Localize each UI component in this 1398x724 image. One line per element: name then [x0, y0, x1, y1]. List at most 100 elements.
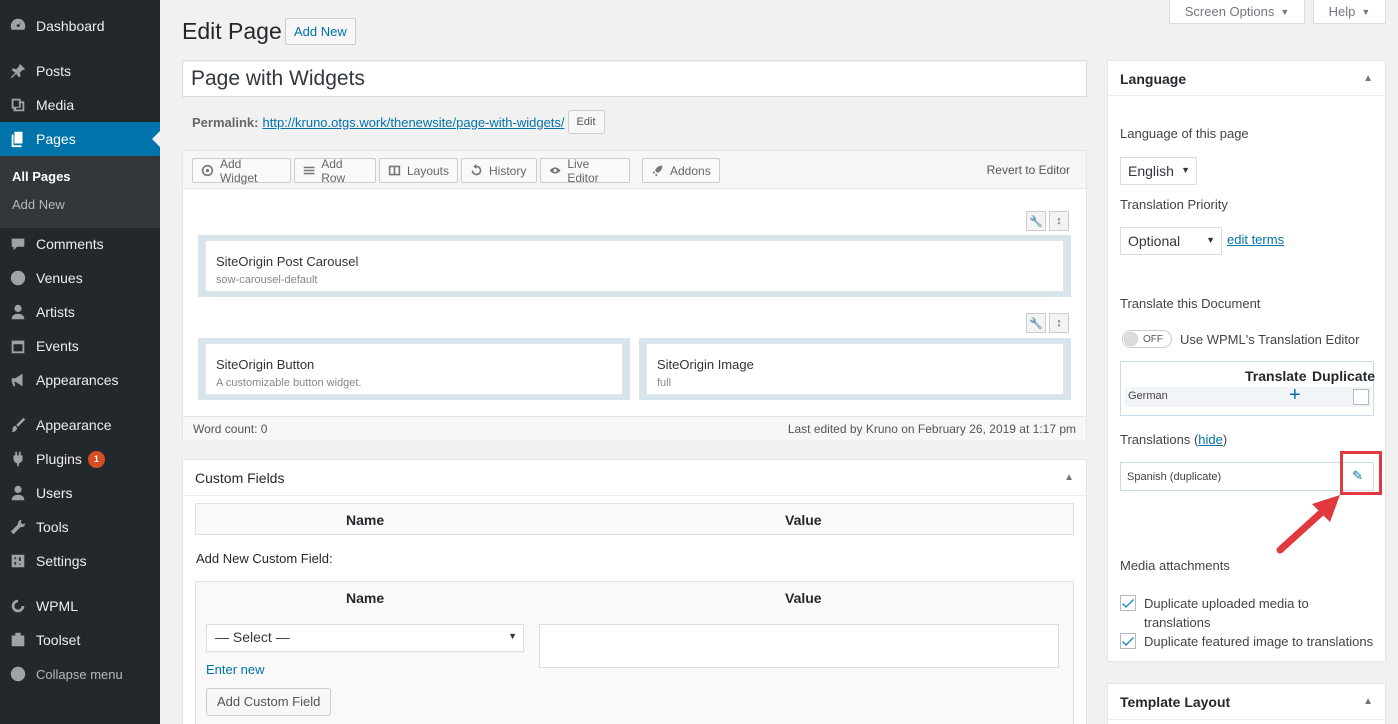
menu-appearances[interactable]: Appearances	[0, 363, 160, 397]
permalink-link[interactable]: http://kruno.otgs.work/thenewsite/page-w…	[262, 115, 564, 130]
widget-desc: full	[657, 377, 672, 389]
widget-post-carousel[interactable]: SiteOrigin Post Carousel sow-carousel-de…	[205, 240, 1064, 292]
post-title-input[interactable]: Page with Widgets	[182, 60, 1087, 97]
eye-icon	[549, 167, 561, 174]
template-layout-box: Template Layout ▲	[1107, 683, 1386, 724]
widget-desc: A customizable button widget.	[216, 377, 362, 389]
widget-desc: sow-carousel-default	[216, 274, 318, 286]
menu-artists[interactable]: Artists	[0, 295, 160, 329]
caret-down-icon: ▼	[1361, 6, 1371, 17]
col-duplicate: Duplicate	[1312, 368, 1376, 384]
translations-label: Translations (hide)	[1120, 432, 1227, 447]
revert-to-editor-link[interactable]: Revert to Editor	[987, 163, 1070, 177]
add-new-button[interactable]: Add New	[285, 18, 356, 45]
submenu-add-new[interactable]: Add New	[12, 197, 65, 212]
last-edited: Last edited by Kruno on February 26, 201…	[787, 422, 1076, 436]
language-value: English	[1128, 163, 1174, 179]
menu-events[interactable]: Events	[0, 329, 160, 363]
col-translate: Translate	[1245, 368, 1307, 384]
layout-icon	[388, 165, 401, 176]
row-move-handle-icon[interactable]: ↕	[1049, 211, 1069, 231]
menu-label: WPML	[36, 598, 78, 614]
menu-appearance[interactable]: Appearance	[0, 408, 160, 442]
menu-comments[interactable]: Comments	[0, 227, 160, 261]
builder-toolbar: Add Widget Add Row Layouts History Live …	[183, 151, 1086, 189]
translation-editor-label: Use WPML's Translation Editor	[1180, 332, 1360, 347]
collapse-arrow-icon[interactable]: ▲	[1363, 696, 1373, 707]
edit-terms-link[interactable]: edit terms	[1227, 232, 1284, 247]
permalink-row: Permalink: http://kruno.otgs.work/thenew…	[192, 110, 605, 134]
add-new-field-label: Add New Custom Field:	[196, 551, 333, 566]
pages-icon	[8, 129, 28, 149]
widget-title: SiteOrigin Image	[657, 357, 754, 372]
screen-options-button[interactable]: Screen Options ▼	[1169, 0, 1305, 24]
language-box: Language ▲ Language of this page English…	[1107, 60, 1386, 662]
col-name: Name	[346, 590, 385, 606]
toggle-state: OFF	[1143, 333, 1163, 345]
translation-priority-label: Translation Priority	[1120, 197, 1228, 212]
menu-label: Tools	[36, 519, 69, 535]
menu-users[interactable]: Users	[0, 476, 160, 510]
layouts-button[interactable]: Layouts	[379, 158, 458, 183]
add-widget-button[interactable]: Add Widget	[192, 157, 291, 185]
widget-image[interactable]: SiteOrigin Image full	[646, 343, 1064, 395]
language-box-title: Language	[1120, 71, 1187, 87]
menu-dashboard[interactable]: Dashboard	[0, 9, 160, 43]
history-button[interactable]: History	[461, 158, 537, 183]
add-row-button[interactable]: Add Row	[294, 157, 376, 185]
row-cell: SiteOrigin Image full	[639, 338, 1071, 400]
custom-fields-title: Custom Fields	[195, 470, 285, 486]
add-custom-field-button[interactable]: Add Custom Field	[206, 688, 332, 716]
toolbar-label: Addons	[670, 163, 711, 178]
page-builder: Add Widget Add Row Layouts History Live …	[182, 150, 1087, 440]
template-layout-header[interactable]: Template Layout ▲	[1108, 684, 1385, 720]
rows-icon	[303, 166, 315, 175]
live-editor-button[interactable]: Live Editor	[540, 156, 630, 185]
permalink-prefix: http://kruno.otgs.work/thenewsite/	[262, 114, 457, 130]
widget-title: SiteOrigin Button	[216, 357, 315, 372]
translation-editor-toggle[interactable]: OFF	[1122, 330, 1172, 348]
collapse-arrow-icon[interactable]: ▲	[1363, 73, 1373, 84]
row-edit-wrench-icon[interactable]: 🔧	[1026, 313, 1046, 333]
collapse-menu-button[interactable]: Collapse menu	[0, 657, 160, 691]
submenu-all-pages[interactable]: All Pages	[12, 169, 71, 184]
collapse-arrow-icon[interactable]: ▲	[1064, 472, 1074, 483]
translation-priority-select[interactable]: Optional ▼	[1120, 227, 1222, 255]
row-move-handle-icon[interactable]: ↕	[1049, 313, 1069, 333]
menu-plugins[interactable]: Plugins 1	[0, 442, 160, 476]
custom-fields-header[interactable]: Custom Fields ▲	[183, 460, 1086, 496]
menu-tools[interactable]: Tools	[0, 510, 160, 544]
translation-item: Spanish (duplicate)	[1127, 471, 1222, 483]
menu-toolset[interactable]: Toolset	[0, 623, 160, 657]
dup-media-checkbox[interactable]	[1120, 595, 1136, 611]
translation-row-german: German +	[1124, 384, 1371, 407]
dup-featured-checkbox[interactable]	[1120, 633, 1136, 649]
widget-button[interactable]: SiteOrigin Button A customizable button …	[205, 343, 623, 395]
plus-icon[interactable]: +	[1289, 384, 1301, 407]
collapse-icon	[8, 664, 28, 684]
menu-posts[interactable]: Posts	[0, 54, 160, 88]
menu-pages[interactable]: Pages	[0, 122, 160, 156]
menu-venues[interactable]: Venues	[0, 261, 160, 295]
permalink-edit-button[interactable]: Edit	[567, 110, 605, 134]
menu-label: Events	[36, 338, 79, 354]
duplicate-checkbox[interactable]	[1353, 389, 1369, 405]
row-cell: SiteOrigin Button A customizable button …	[198, 338, 630, 400]
highlight-box	[1340, 451, 1382, 495]
menu-wpml[interactable]: WPML	[0, 589, 160, 623]
add-custom-field-form: Name Value — Select — ▼ Enter new Add Cu…	[195, 581, 1074, 724]
row-edit-wrench-icon[interactable]: 🔧	[1026, 211, 1046, 231]
addons-button[interactable]: Addons	[642, 158, 720, 183]
hide-link[interactable]: hide	[1198, 432, 1223, 447]
enter-new-link[interactable]: Enter new	[206, 662, 265, 677]
menu-media[interactable]: Media	[0, 88, 160, 122]
toolbar-label: Live Editor	[567, 156, 599, 185]
dropdown-arrow-icon: ▼	[1181, 165, 1190, 175]
language-select[interactable]: English ▼	[1120, 157, 1197, 185]
language-box-header[interactable]: Language ▲	[1108, 61, 1385, 96]
menu-settings[interactable]: Settings	[0, 544, 160, 578]
help-button[interactable]: Help ▼	[1313, 0, 1386, 24]
custom-field-select[interactable]: — Select — ▼	[206, 624, 524, 652]
custom-field-value-textarea[interactable]	[539, 624, 1059, 668]
permalink-suffix: /	[560, 114, 565, 130]
